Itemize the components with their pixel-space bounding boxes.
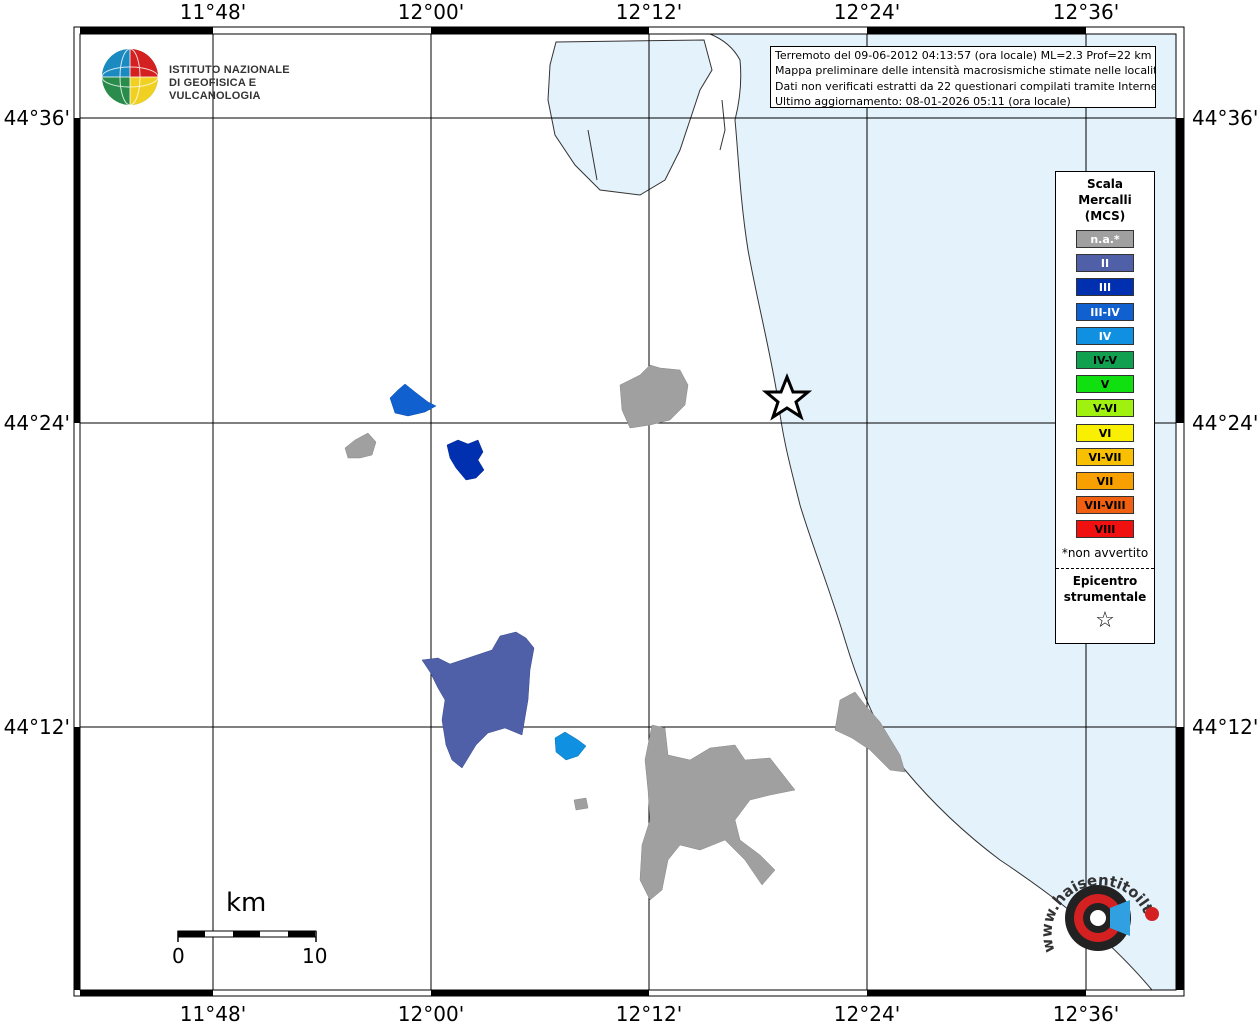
legend-item-iii-iv: III-IV <box>1076 302 1134 321</box>
legend-item-vi: VI <box>1076 423 1134 442</box>
info-line-4: Ultimo aggiornamento: 08-01-2026 05:11 (… <box>775 94 1071 108</box>
legend-title-line-3: (MCS) <box>1084 209 1126 223</box>
legend-item-iv-v: IV-V <box>1076 351 1134 369</box>
legend-item-vii-viii: VII-VIII <box>1076 496 1134 515</box>
legend-item-vii: VII <box>1076 472 1134 490</box>
legend-divider <box>1056 568 1154 569</box>
haisentito-logo[interactable]: www.haisentitoilterremoto.it <box>1030 856 1170 986</box>
legend-star-icon: ☆ <box>1095 608 1115 633</box>
info-line-3: Dati non verificati estratti da 22 quest… <box>775 79 1156 93</box>
earthquake-info-box: Terremoto del 09-06-2012 04:13:57 (ora l… <box>770 46 1156 108</box>
legend-note: *non avvertito <box>1061 546 1149 560</box>
question-badge-icon <box>1145 907 1159 921</box>
info-line-1: Terremoto del 09-06-2012 04:13:57 (ora l… <box>775 49 1152 62</box>
legend-epicenter-line-1: Epicentro <box>1072 574 1138 588</box>
legend-epicenter-label: Epicentro strumentale <box>1056 573 1154 605</box>
scale-min: 0 <box>172 944 185 968</box>
legend-item-v-vi: V-VI <box>1076 399 1134 418</box>
scale-unit: km <box>226 888 267 918</box>
small-islet-1 <box>573 797 589 811</box>
legend-item-n-a: n.a.* <box>1076 230 1134 248</box>
legend-title-line-2: Mercalli <box>1078 193 1132 207</box>
mcs-legend: Scala Mercalli (MCS) n.a.* II III III-IV IV I… <box>1055 171 1155 644</box>
legend-item-v: V <box>1076 375 1134 394</box>
legend-title-line-1: Scala <box>1086 177 1124 191</box>
legend-item-ii: II <box>1076 254 1134 273</box>
logo-line-1: ISTITUTO NAZIONALE <box>169 64 290 76</box>
globe-icon <box>101 48 159 106</box>
info-line-2: Mappa preliminare delle intensità macros… <box>775 64 1156 78</box>
logo-line-2: DI GEOFISICA E VULCANOLOGIA <box>169 77 261 102</box>
scale-max: 10 <box>302 944 328 968</box>
legend-item-iv: IV <box>1076 326 1134 345</box>
legend-item-viii: VIII <box>1076 520 1134 539</box>
legend-item-vi-vii: VI-VII <box>1076 447 1134 466</box>
legend-epicenter-line-2: strumentale <box>1063 590 1147 604</box>
legend-item-iii: III <box>1076 278 1134 297</box>
ingv-logo: ISTITUTO NAZIONALE DI GEOFISICA E VULCAN… <box>101 48 321 108</box>
